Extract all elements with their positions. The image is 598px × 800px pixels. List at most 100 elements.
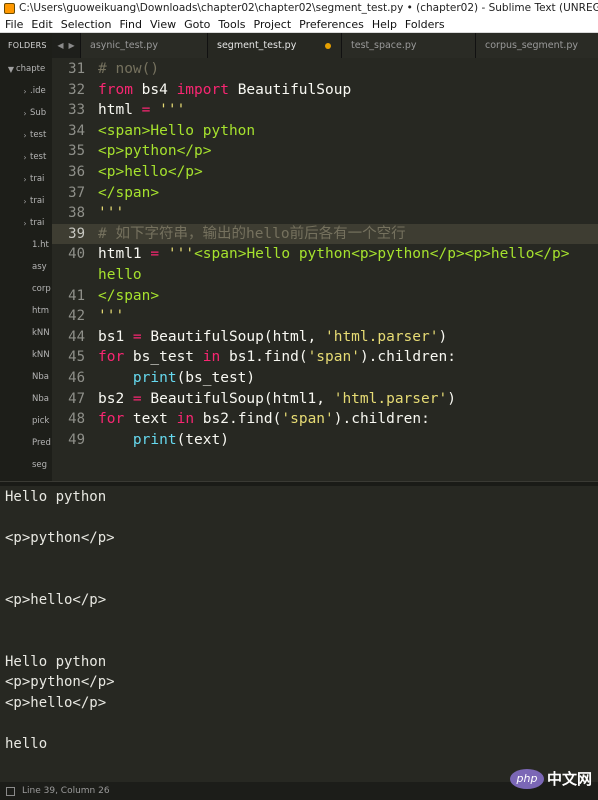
tab-corpus_segment-py[interactable]: corpus_segment.py <box>475 33 598 58</box>
line-number: 37 <box>68 184 85 201</box>
menu-goto[interactable]: Goto <box>182 18 216 31</box>
sidebar-folder-item[interactable]: › test <box>0 124 52 146</box>
code-text[interactable]: ''' <box>98 306 124 327</box>
sidebar-folder-item[interactable]: › .ide <box>0 80 52 102</box>
sidebar-file-item[interactable]: pick <box>0 410 52 432</box>
sidebar-root-folder[interactable]: ▼ chapte <box>0 58 52 80</box>
code-line[interactable]: 38 ''' <box>52 203 598 224</box>
code-editor[interactable]: 31 # now() 32 from bs4 import BeautifulSoup… <box>52 58 598 481</box>
chevron-right-icon[interactable]: › <box>20 131 30 140</box>
code-line[interactable]: 47 bs2 = BeautifulSoup(html1, 'html.parse… <box>52 389 598 410</box>
code-text[interactable]: ''' <box>98 203 124 224</box>
chevron-right-icon[interactable]: ▶ <box>69 41 75 50</box>
menu-find[interactable]: Find <box>117 18 148 31</box>
code-text[interactable]: hello <box>98 265 142 286</box>
code-line[interactable]: 40 html1 = '''<span>Hello python<p>python… <box>52 244 598 265</box>
code-text[interactable]: print(text) <box>98 430 229 451</box>
tab-label: corpus_segment.py <box>485 40 579 51</box>
code-text[interactable]: <span>Hello python <box>98 121 255 142</box>
chevron-right-icon[interactable]: › <box>20 197 30 206</box>
sidebar-file-item[interactable]: corp <box>0 278 52 300</box>
menu-view[interactable]: View <box>148 18 182 31</box>
window-title: C:\Users\guoweikuang\Downloads\chapter02… <box>19 2 598 14</box>
code-text[interactable]: bs2 = BeautifulSoup(html1, 'html.parser'… <box>98 389 456 410</box>
code-line[interactable]: 49 print(text) <box>52 430 598 451</box>
sidebar-file-item[interactable]: Nba <box>0 366 52 388</box>
sidebar-folder-item[interactable]: › trai <box>0 190 52 212</box>
code-text[interactable]: html1 = '''<span>Hello python<p>python</… <box>98 244 569 265</box>
menu-folders[interactable]: Folders <box>403 18 451 31</box>
code-line[interactable]: 33 html = ''' <box>52 100 598 121</box>
chevron-down-icon[interactable]: ▼ <box>6 65 16 74</box>
menu-selection[interactable]: Selection <box>59 18 118 31</box>
code-token: bs2 <box>98 390 133 407</box>
code-token: <span>Hello python<p>python</p><p>hello<… <box>194 246 570 263</box>
output-line: Hello python <box>5 653 107 670</box>
menu-edit[interactable]: Edit <box>29 18 58 31</box>
sidebar-file-item[interactable]: Pred <box>0 432 52 454</box>
sidebar-file-item[interactable]: kNN <box>0 344 52 366</box>
code-text[interactable]: # 如下字符串，输出的hello前后各有一个空行 <box>98 224 406 245</box>
chevron-right-icon[interactable]: › <box>20 153 30 162</box>
code-text[interactable]: for text in bs2.find('span').children: <box>98 409 430 430</box>
tab-nav-arrows[interactable]: ◀ ▶ <box>52 33 80 58</box>
code-text[interactable]: html = ''' <box>98 100 185 121</box>
code-line[interactable]: 31 # now() <box>52 59 598 80</box>
code-line[interactable]: 32 from bs4 import BeautifulSoup <box>52 80 598 101</box>
sidebar-folder-item[interactable]: › Sub <box>0 102 52 124</box>
code-text[interactable]: <p>hello</p> <box>98 162 203 183</box>
code-line[interactable]: 41 </span> <box>52 286 598 307</box>
menu-tools[interactable]: Tools <box>216 18 251 31</box>
code-text[interactable]: # now() <box>98 59 159 80</box>
output-line: <p>python</p> <box>5 530 115 547</box>
code-line[interactable]: 45 for bs_test in bs1.find('span').childr… <box>52 347 598 368</box>
chevron-right-icon[interactable]: › <box>20 175 30 184</box>
code-line[interactable]: hello <box>52 265 598 286</box>
sidebar-file-item[interactable]: Nba <box>0 388 52 410</box>
chevron-right-icon[interactable]: › <box>20 87 30 96</box>
code-text[interactable]: from bs4 import BeautifulSoup <box>98 80 351 101</box>
chevron-right-icon[interactable]: › <box>20 219 30 228</box>
chevron-left-icon[interactable]: ◀ <box>57 41 63 50</box>
sidebar-file-item[interactable]: seg <box>0 454 52 476</box>
sidebar-folder-item[interactable]: › trai <box>0 212 52 234</box>
line-number: 39 <box>68 225 85 242</box>
code-line[interactable]: 48 for text in bs2.find('span').children: <box>52 409 598 430</box>
code-line[interactable]: 46 print(bs_test) <box>52 368 598 389</box>
menu-preferences[interactable]: Preferences <box>297 18 370 31</box>
code-line[interactable]: 37 </span> <box>52 183 598 204</box>
output-line: <p>hello</p> <box>5 591 107 608</box>
code-text[interactable]: for bs_test in bs1.find('span').children… <box>98 347 456 368</box>
sidebar-file-item[interactable]: asy <box>0 256 52 278</box>
tab-asynic_test-py[interactable]: asynic_test.py <box>80 33 207 58</box>
menu-help[interactable]: Help <box>370 18 403 31</box>
tab-segment_test-py[interactable]: segment_test.py <box>207 33 341 58</box>
code-text[interactable]: </span> <box>98 286 159 307</box>
code-line[interactable]: 39 # 如下字符串，输出的hello前后各有一个空行 <box>52 223 598 245</box>
sidebar-file-item[interactable]: 1.ht <box>0 234 52 256</box>
sidebar-item-label: test <box>30 130 47 140</box>
sidebar-folder-item[interactable]: › test <box>0 146 52 168</box>
code-text[interactable]: bs1 = BeautifulSoup(html, 'html.parser') <box>98 327 447 348</box>
code-line[interactable]: 36 <p>hello</p> <box>52 162 598 183</box>
code-token: ) <box>447 390 456 407</box>
menu-project[interactable]: Project <box>252 18 298 31</box>
code-line[interactable]: 35 <p>python</p> <box>52 141 598 162</box>
panel-toggle-icon[interactable] <box>6 786 15 796</box>
code-text[interactable]: <p>python</p> <box>98 141 212 162</box>
code-line[interactable]: 42 ''' <box>52 306 598 327</box>
menu-file[interactable]: File <box>3 18 29 31</box>
chevron-right-icon[interactable]: › <box>20 109 30 118</box>
code-line[interactable]: 34 <span>Hello python <box>52 121 598 142</box>
code-line[interactable]: 44 bs1 = BeautifulSoup(html, 'html.parser… <box>52 327 598 348</box>
tab-test_space-py[interactable]: test_space.py <box>341 33 475 58</box>
sidebar-file-item[interactable]: htm <box>0 300 52 322</box>
code-text[interactable]: print(bs_test) <box>98 368 255 389</box>
line-number: 49 <box>68 431 85 448</box>
sidebar-folder-item[interactable]: › trai <box>0 168 52 190</box>
code-text[interactable]: </span> <box>98 183 159 204</box>
sidebar-file-item[interactable]: kNN <box>0 322 52 344</box>
